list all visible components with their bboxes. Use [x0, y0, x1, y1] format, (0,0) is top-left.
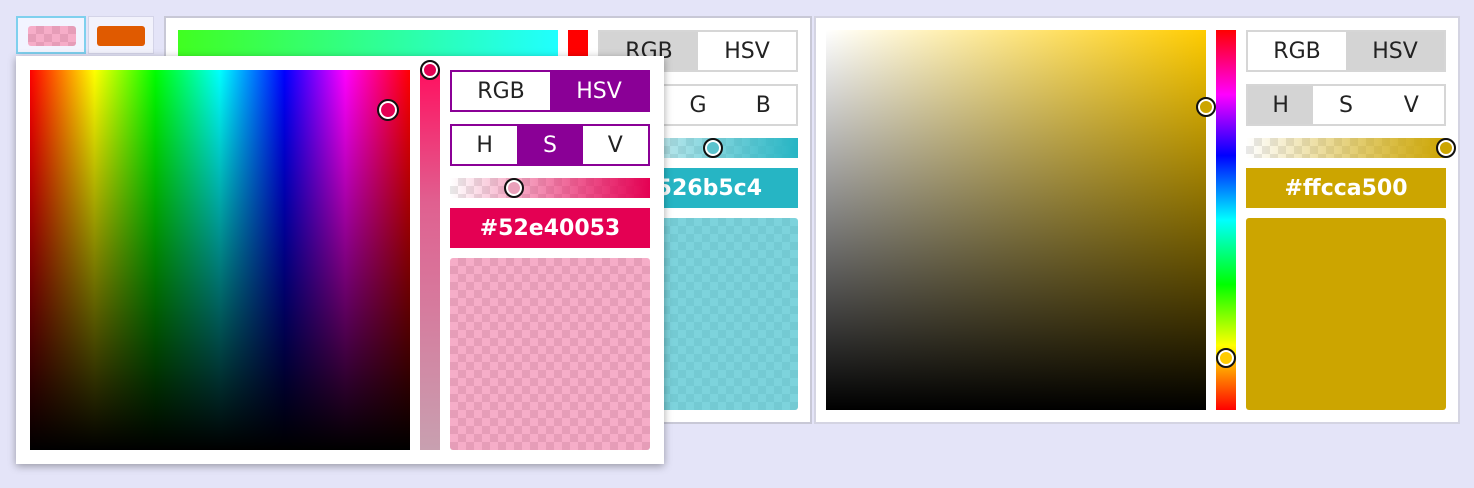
- swatch-button-second[interactable]: [88, 16, 154, 54]
- channel-tabs-right: H S V: [1246, 84, 1446, 126]
- tab-v-popup[interactable]: V: [582, 126, 648, 164]
- saturation-value-area-popup[interactable]: [30, 70, 410, 450]
- color-preview-right: [1246, 218, 1446, 410]
- saturation-value-area-right[interactable]: [826, 30, 1206, 410]
- tab-b-middle[interactable]: B: [730, 86, 796, 124]
- swatch-preview-first: [28, 26, 76, 46]
- sv-handle-popup[interactable]: [377, 99, 399, 121]
- swatch-button-first[interactable]: [16, 16, 86, 54]
- tab-hsv-middle[interactable]: HSV: [698, 32, 796, 70]
- color-picker-panel-right: RGB HSV H S V #ffcca500: [814, 16, 1460, 424]
- hex-value-right[interactable]: #ffcca500: [1246, 168, 1446, 208]
- sv-handle-right[interactable]: [1196, 97, 1216, 117]
- tab-rgb-popup[interactable]: RGB: [452, 72, 550, 110]
- tab-hsv-popup[interactable]: HSV: [550, 72, 648, 110]
- tab-s-right[interactable]: S: [1313, 86, 1379, 124]
- alpha-handle-right[interactable]: [1436, 138, 1456, 158]
- alpha-slider-popup[interactable]: [450, 178, 650, 198]
- mode-tabs-right: RGB HSV: [1246, 30, 1446, 72]
- channel-tabs-popup: H S V: [450, 124, 650, 166]
- hue-handle-right[interactable]: [1216, 348, 1236, 368]
- color-picker-popup: RGB HSV H S V #52e40053: [16, 56, 664, 464]
- saturation-slider-popup[interactable]: [420, 70, 440, 450]
- tab-hsv-right[interactable]: HSV: [1346, 32, 1444, 70]
- mode-tabs-popup: RGB HSV: [450, 70, 650, 112]
- tab-h-right[interactable]: H: [1248, 86, 1314, 124]
- swatch-preview-second: [97, 26, 145, 46]
- color-preview-popup: [450, 258, 650, 450]
- tab-rgb-right[interactable]: RGB: [1248, 32, 1346, 70]
- tab-h-popup[interactable]: H: [452, 126, 518, 164]
- tab-g-middle[interactable]: G: [665, 86, 731, 124]
- saturation-handle-popup[interactable]: [420, 60, 440, 80]
- tab-s-popup[interactable]: S: [517, 126, 583, 164]
- alpha-slider-right[interactable]: [1246, 138, 1446, 158]
- hex-value-popup[interactable]: #52e40053: [450, 208, 650, 248]
- tab-v-right[interactable]: V: [1378, 86, 1444, 124]
- alpha-handle-popup[interactable]: [504, 178, 524, 198]
- alpha-handle-middle[interactable]: [703, 138, 723, 158]
